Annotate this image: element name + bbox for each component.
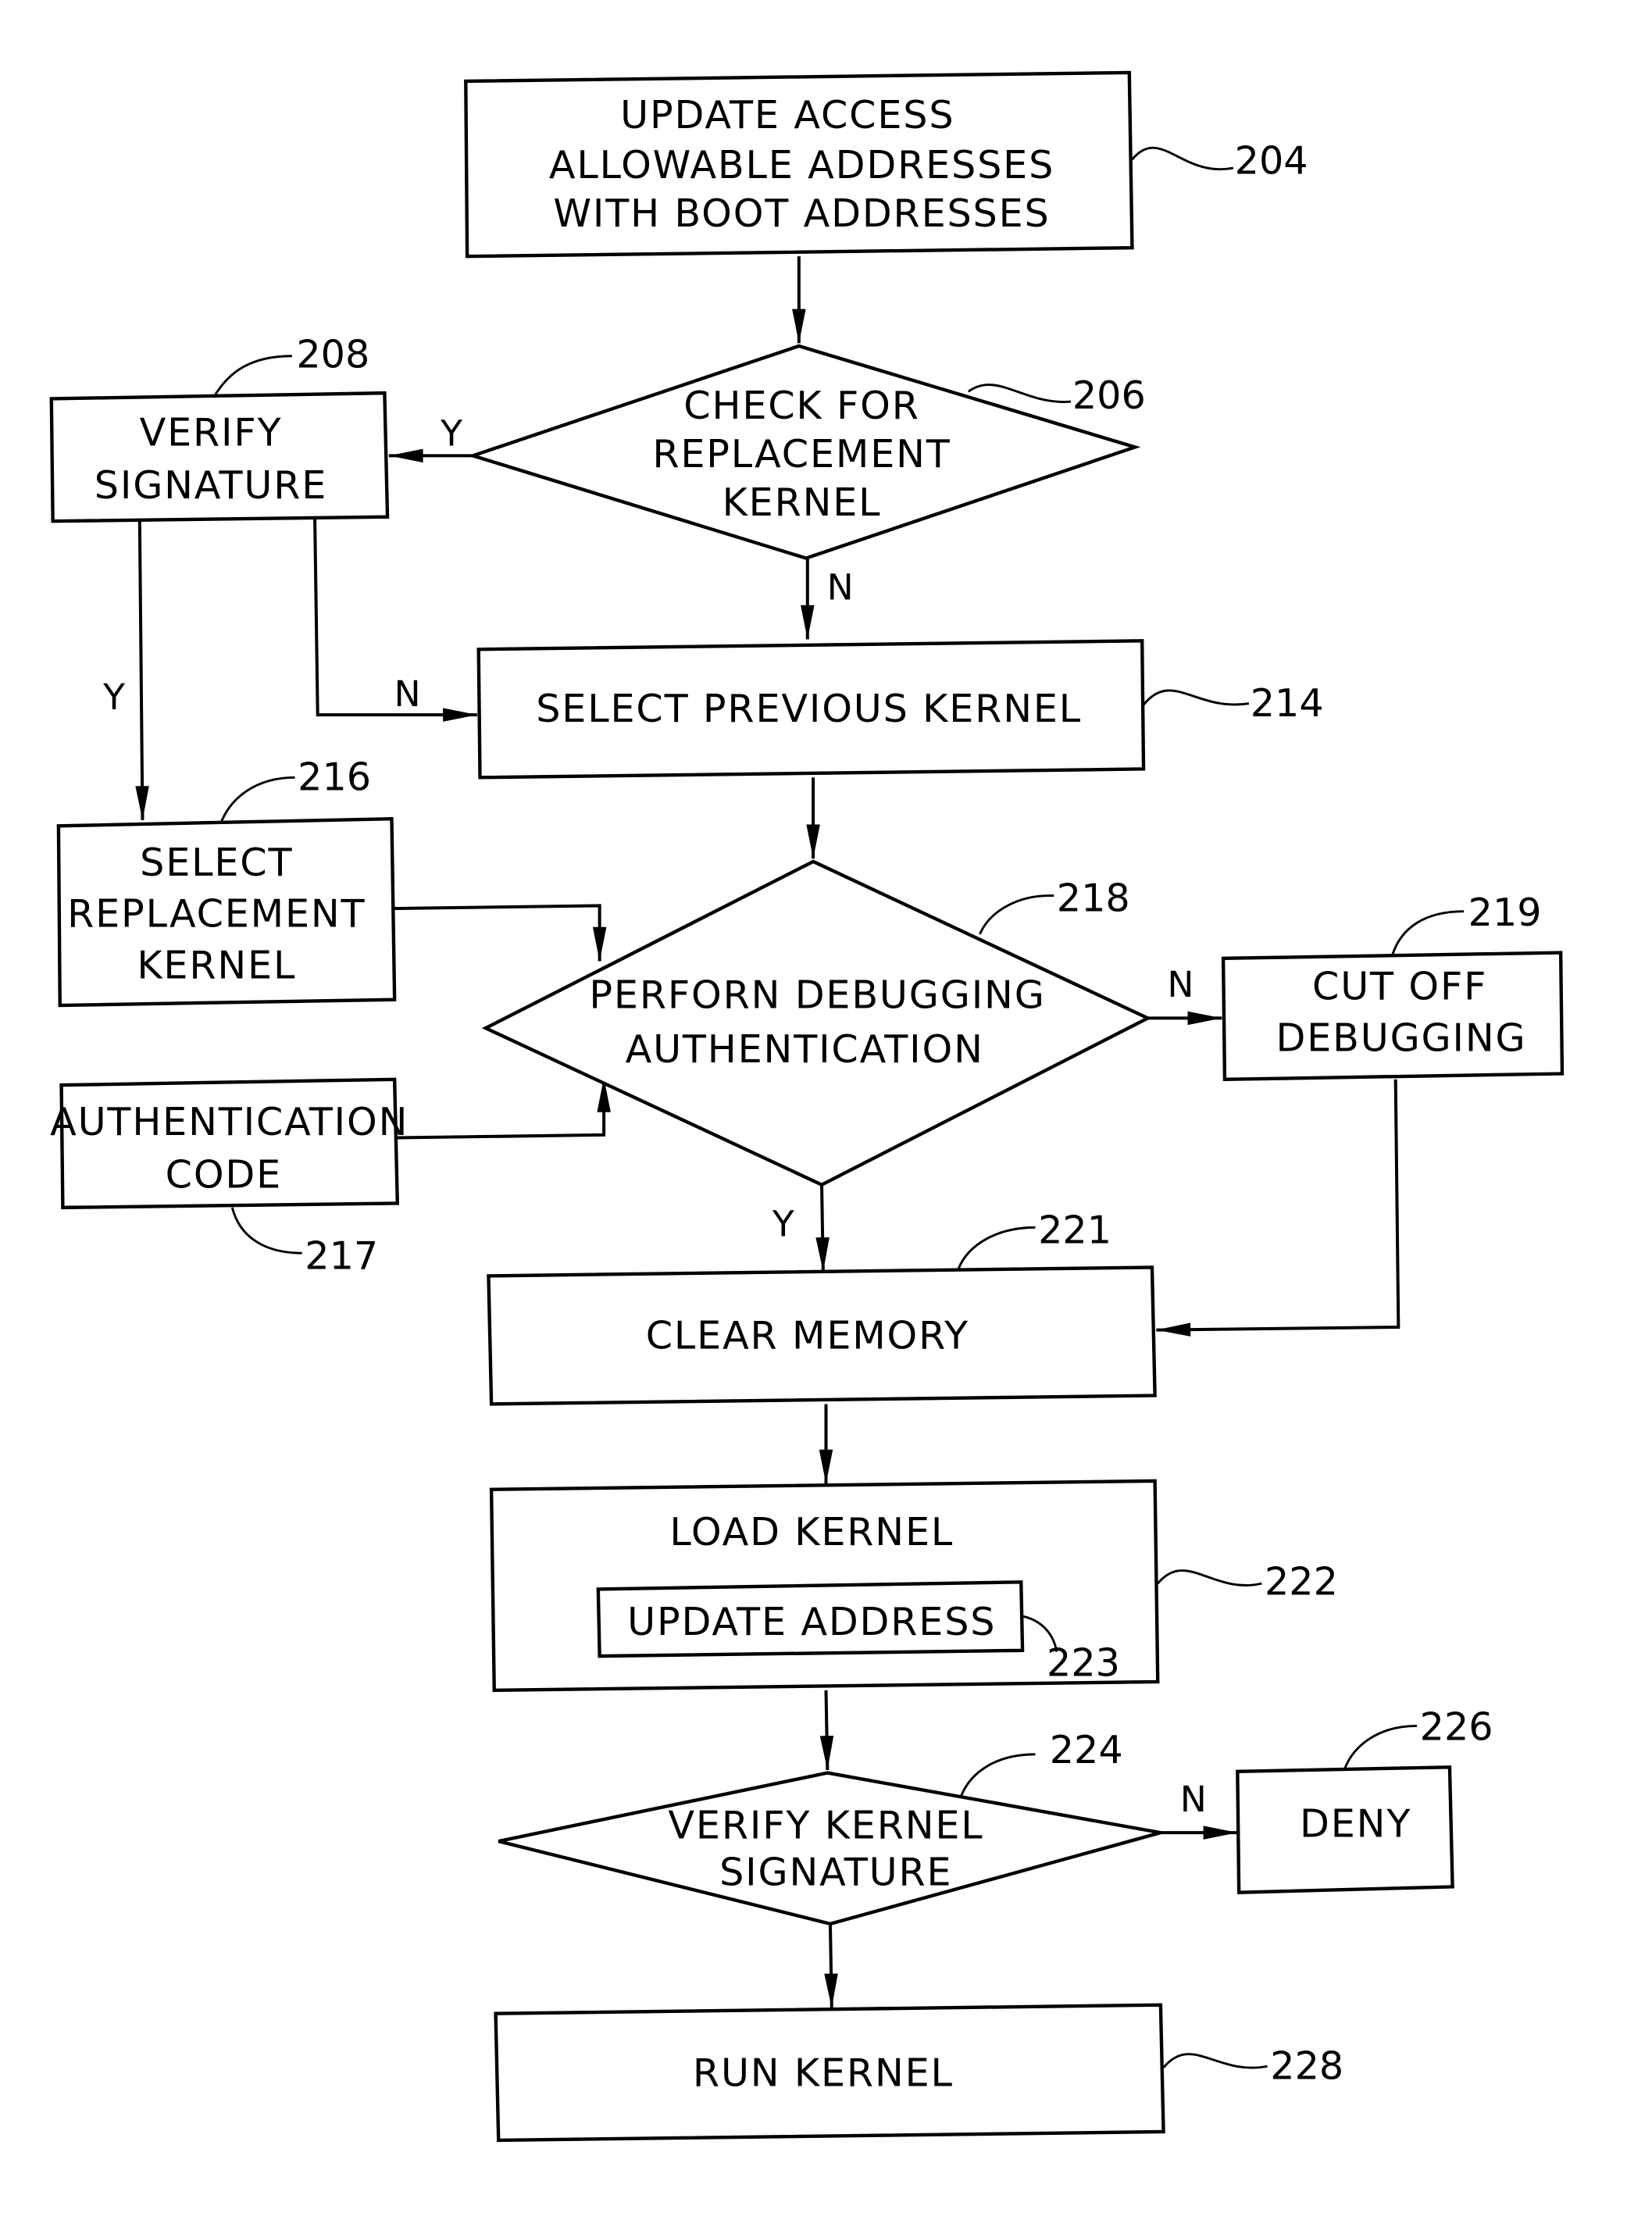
node-224-line-1: VERIFY KERNEL xyxy=(668,1802,983,1847)
leader-216 xyxy=(219,776,295,824)
node-224-line-2: SIGNATURE xyxy=(719,1850,952,1895)
ref-label-226: 226 xyxy=(1420,1704,1493,1750)
node-208-verify-signature: VERIFY SIGNATURE xyxy=(49,391,390,523)
node-216-line-3: KERNEL xyxy=(137,942,296,987)
node-206-line-1: CHECK FOR xyxy=(683,383,919,428)
node-208-line-1: VERIFY xyxy=(140,410,283,455)
ref-label-218: 218 xyxy=(1057,876,1130,921)
node-204-line-3: WITH BOOT ADDRESSES xyxy=(553,191,1050,236)
node-216-line-1: SELECT xyxy=(140,840,293,885)
edge-222-224 xyxy=(819,1690,834,1770)
node-206-check-replacement: CHECK FOR REPLACEMENT KERNEL xyxy=(467,344,1141,560)
node-206-line-2: REPLACEMENT xyxy=(652,431,951,476)
leader-219 xyxy=(1391,910,1465,955)
ref-label-214: 214 xyxy=(1251,680,1324,726)
edge-label-208-214: N xyxy=(394,673,421,715)
leader-208 xyxy=(212,355,292,398)
node-224-verify-kernel-signature: VERIFY KERNEL SIGNATURE xyxy=(498,1771,1161,1926)
ref-label-204: 204 xyxy=(1235,137,1308,183)
node-228-run-kernel: RUN KERNEL xyxy=(494,2003,1165,2143)
node-222-line-1: LOAD KERNEL xyxy=(669,1509,954,1554)
ref-label-228: 228 xyxy=(1270,2043,1343,2089)
node-217-line-1: AUTHENTICATION xyxy=(50,1099,409,1144)
node-216-select-replacement-kernel: SELECT REPLACEMENT KERNEL xyxy=(56,816,397,1008)
leader-224 xyxy=(960,1753,1036,1797)
node-206-line-3: KERNEL xyxy=(723,480,882,525)
leader-221 xyxy=(957,1226,1036,1269)
edge-218-221 xyxy=(815,1184,830,1272)
leader-206 xyxy=(967,384,1072,403)
leader-226 xyxy=(1343,1724,1418,1771)
node-228-line-1: RUN KERNEL xyxy=(693,2050,954,2096)
ref-label-223: 223 xyxy=(1047,1640,1120,1686)
ref-label-222: 222 xyxy=(1265,1559,1338,1604)
node-223-update-address: UPDATE ADDRESS xyxy=(596,1580,1025,1658)
node-204-line-1: UPDATE ACCESS xyxy=(620,92,954,137)
node-217-authentication-code: AUTHENTICATION CODE xyxy=(50,1077,409,1210)
edge-217-218 xyxy=(397,1077,611,1140)
leader-217 xyxy=(230,1207,302,1255)
node-219-line-2: DEBUGGING xyxy=(1276,1015,1527,1060)
node-219-line-1: CUT OFF xyxy=(1312,964,1487,1009)
node-214-select-previous-kernel: SELECT PREVIOUS KERNEL xyxy=(476,639,1146,780)
edge-label-206-214: N xyxy=(827,566,854,608)
leader-222 xyxy=(1157,1569,1262,1586)
edge-label-208-216: Y xyxy=(102,676,125,718)
leader-218 xyxy=(979,894,1054,935)
flowchart: UPDATE ACCESS ALLOWABLE ADDRESSES WITH B… xyxy=(49,70,1565,2143)
edge-label-206-208: Y xyxy=(440,413,462,455)
ref-label-221: 221 xyxy=(1038,1207,1111,1252)
edge-label-218-219: N xyxy=(1167,964,1194,1005)
leader-214 xyxy=(1142,689,1250,706)
node-223-line-1: UPDATE ADDRESS xyxy=(627,1599,996,1644)
leader-228 xyxy=(1162,2053,1268,2069)
node-216-line-2: REPLACEMENT xyxy=(67,891,366,937)
edge-label-224-226: N xyxy=(1180,1779,1207,1820)
edge-219-221 xyxy=(1156,1079,1400,1337)
node-221-line-1: CLEAR MEMORY xyxy=(646,1312,969,1358)
ref-label-224: 224 xyxy=(1050,1727,1123,1772)
node-204-update-access: UPDATE ACCESS ALLOWABLE ADDRESSES WITH B… xyxy=(464,70,1134,259)
edge-label-218-221: Y xyxy=(772,1203,794,1244)
node-204-line-2: ALLOWABLE ADDRESSES xyxy=(549,142,1054,187)
ref-label-217: 217 xyxy=(305,1233,378,1278)
node-217-line-2: CODE xyxy=(166,1151,282,1197)
node-219-cut-off-debugging: CUT OFF DEBUGGING xyxy=(1221,951,1565,1082)
leader-204 xyxy=(1131,146,1234,171)
node-218-line-1: PERFORN DEBUGGING xyxy=(589,973,1045,1018)
node-218-line-2: AUTHENTICATION xyxy=(626,1026,984,1072)
ref-label-216: 216 xyxy=(298,755,371,800)
node-214-line-1: SELECT PREVIOUS KERNEL xyxy=(536,686,1082,731)
node-208-line-2: SIGNATURE xyxy=(95,462,327,508)
node-226-deny: DENY xyxy=(1236,1765,1454,1894)
ref-label-219: 219 xyxy=(1468,890,1542,935)
node-226-line-1: DENY xyxy=(1300,1801,1411,1847)
ref-label-206: 206 xyxy=(1072,373,1146,418)
node-221-clear-memory: CLEAR MEMORY xyxy=(487,1265,1157,1406)
edge-224-228 xyxy=(824,1923,838,2008)
edge-208-216 xyxy=(135,521,149,821)
edge-216-218 xyxy=(394,904,607,962)
ref-label-208: 208 xyxy=(296,331,369,377)
